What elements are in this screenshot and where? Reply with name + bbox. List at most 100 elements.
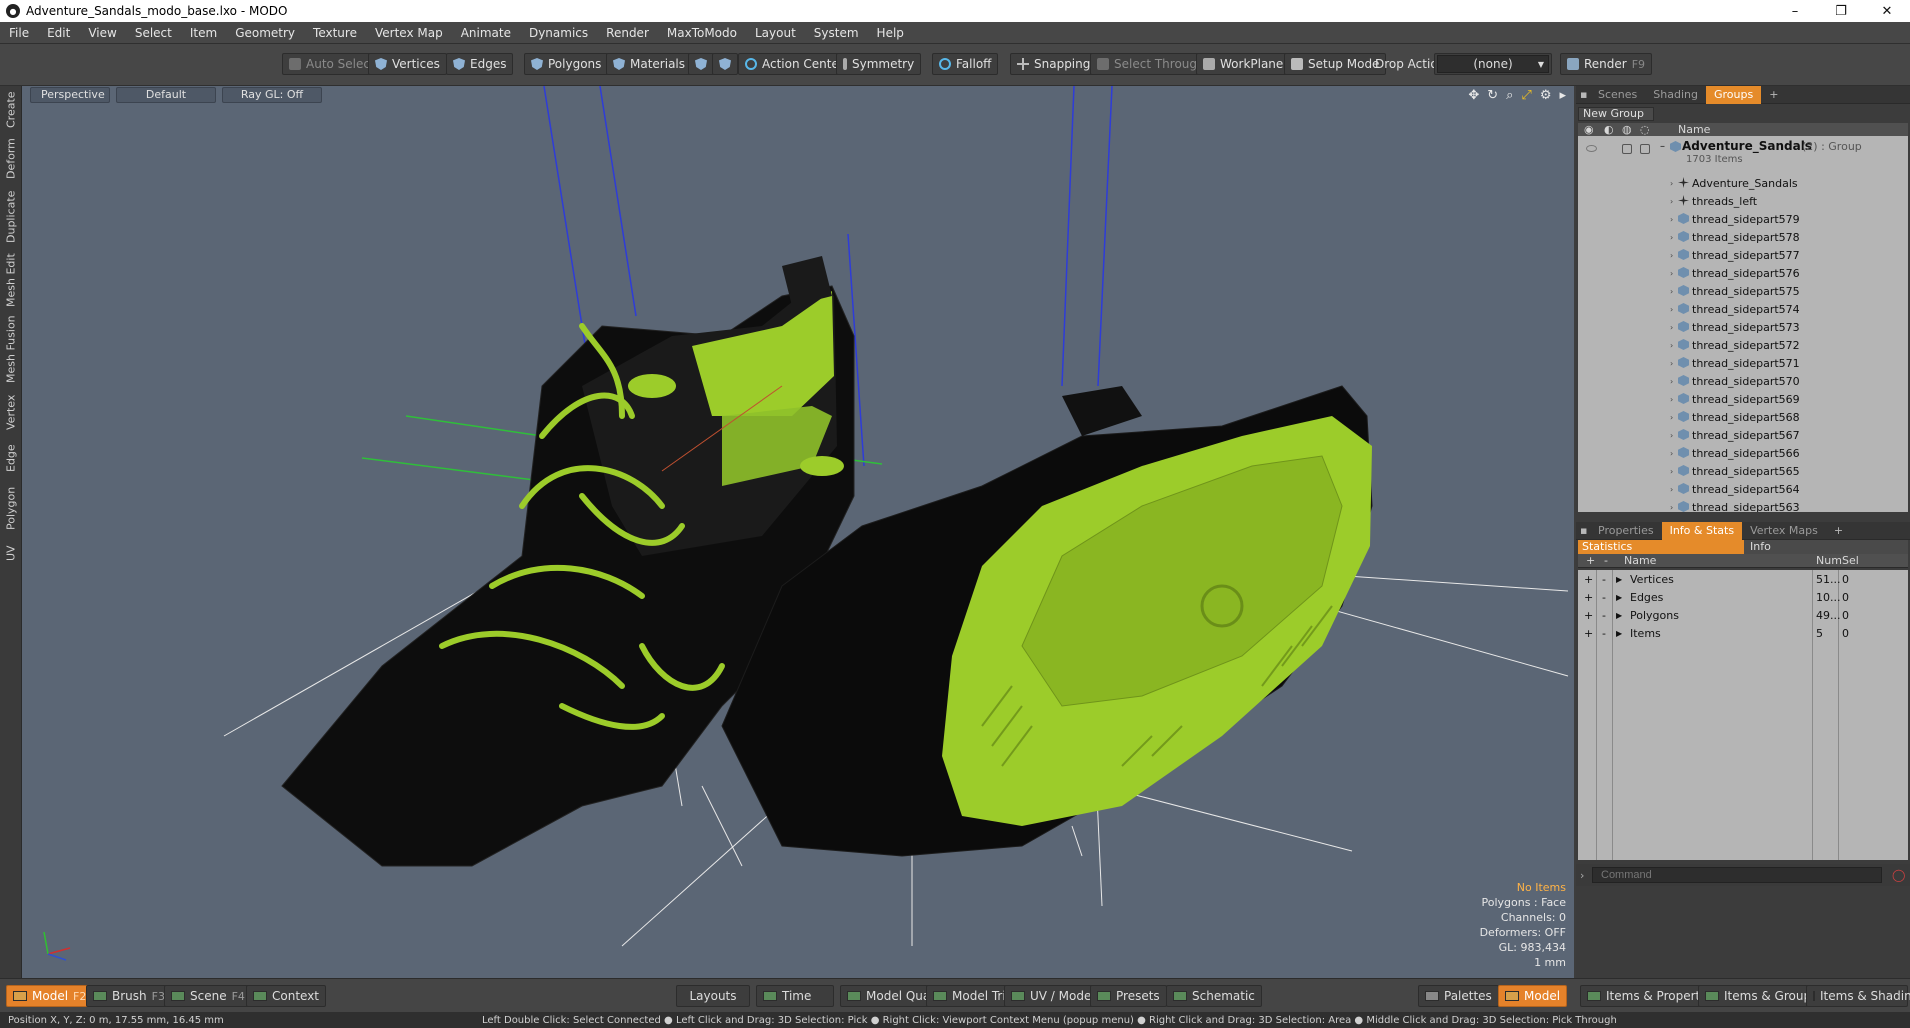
snapping-button[interactable]: Snapping [1010,53,1098,75]
play-arrow-icon[interactable]: ▸ [1559,88,1566,103]
menu-animate[interactable]: Animate [452,22,520,44]
group-item-row[interactable]: › thread_sidepart564 [1578,480,1908,498]
add-icon[interactable]: + [1584,627,1593,640]
group-item-row[interactable]: › thread_sidepart571 [1578,354,1908,372]
tab-duplicate[interactable]: Duplicate [1,188,21,246]
group-item-row[interactable]: › thread_sidepart573 [1578,318,1908,336]
materials-button[interactable]: Materials [606,53,693,75]
tab-vertex-maps[interactable]: Vertex Maps [1742,522,1826,540]
group-item-row[interactable]: › thread_sidepart563 [1578,498,1908,512]
panel-menu-icon[interactable]: ▪ [1576,522,1590,540]
remove-icon[interactable]: - [1602,627,1606,640]
menu-select[interactable]: Select [126,22,181,44]
context-layout-button[interactable]: Context [246,985,327,1007]
select-mode-a-button[interactable] [688,53,714,75]
symmetry-button[interactable]: Symmetry [836,53,922,75]
group-item-row[interactable]: › thread_sidepart566 [1578,444,1908,462]
zoom-view-icon[interactable]: ⌕ [1506,88,1513,103]
group-item-row[interactable]: › threads_left [1578,192,1908,210]
edges-button[interactable]: Edges [446,53,514,75]
menu-texture[interactable]: Texture [304,22,366,44]
time-layout-button[interactable]: Time [756,985,834,1007]
group-item-row[interactable]: › thread_sidepart565 [1578,462,1908,480]
auto-select-button[interactable]: Auto Select [282,53,382,75]
menu-help[interactable]: Help [868,22,913,44]
falloff-button[interactable]: Falloff [932,53,999,75]
group-item-row[interactable]: › thread_sidepart572 [1578,336,1908,354]
group-item-row[interactable]: › thread_sidepart568 [1578,408,1908,426]
model-layout-button[interactable]: Model F2 [6,985,94,1007]
palettes-button[interactable]: Palettes [1418,985,1499,1007]
group-item-row[interactable]: › Adventure_Sandals [1578,174,1908,192]
stats-row-items[interactable]: + - ▶ Items 5 0 [1578,624,1908,642]
brush-layout-button[interactable]: Brush F3 [86,985,172,1007]
action-center-button[interactable]: Action Center [738,53,851,75]
uv-model-button[interactable]: UV / Model [1004,985,1102,1007]
select-through-button[interactable]: Select Through [1090,53,1212,75]
select-mode-b-button[interactable] [712,53,738,75]
menu-maxtomodo[interactable]: MaxToModo [658,22,746,44]
group-item-row[interactable]: › thread_sidepart574 [1578,300,1908,318]
group-item-row[interactable]: › thread_sidepart579 [1578,210,1908,228]
add-icon[interactable]: + [1584,573,1593,586]
tab-edge[interactable]: Edge [1,440,21,476]
menu-vertex-map[interactable]: Vertex Map [366,22,452,44]
add-tab-icon[interactable]: + [1761,86,1786,104]
command-history-icon[interactable]: › [1580,869,1584,882]
tab-properties[interactable]: Properties [1590,522,1662,540]
name-column-header[interactable]: Name [1678,123,1710,136]
tab-shading[interactable]: Shading [1645,86,1706,104]
stats-row-polygons[interactable]: + - ▶ Polygons 49... 0 [1578,606,1908,624]
drop-action-select[interactable]: (none) ▼ [1434,53,1552,75]
expand-arrow-icon[interactable]: ▶ [1616,611,1622,620]
tab-polygon[interactable]: Polygon [1,482,21,534]
remove-icon[interactable]: - [1602,591,1606,604]
group-item-row[interactable]: › thread_sidepart567 [1578,426,1908,444]
panel-menu-icon[interactable]: ▪ [1576,86,1590,104]
subtab-statistics[interactable]: Statistics [1578,540,1744,554]
stats-row-vertices[interactable]: + - ▶ Vertices 51... 0 [1578,570,1908,588]
expand-arrow-icon[interactable]: ▶ [1616,575,1622,584]
tab-deform[interactable]: Deform [1,136,21,182]
items-shading-button[interactable]: Items & Shading [1806,985,1910,1007]
model-tri-button[interactable]: Model Tri [926,985,1013,1007]
lock-toggle[interactable] [1622,144,1632,154]
rotate-view-icon[interactable]: ↻ [1487,88,1498,103]
fit-view-icon[interactable]: ⤢ [1521,88,1531,103]
collapse-icon[interactable]: – [1660,141,1665,152]
tab-create[interactable]: Create [1,90,21,130]
add-icon[interactable]: + [1584,591,1593,604]
menu-edit[interactable]: Edit [38,22,79,44]
stats-name-header[interactable]: Name [1624,554,1656,567]
menu-layout[interactable]: Layout [746,22,805,44]
shading-mode-button[interactable]: Default [116,87,216,103]
menu-system[interactable]: System [805,22,868,44]
tab-scenes[interactable]: Scenes [1590,86,1645,104]
tab-info-stats[interactable]: Info & Stats [1661,521,1743,540]
expand-arrow-icon[interactable]: ▶ [1616,593,1622,602]
expand-all-icon[interactable]: + [1586,554,1595,567]
new-group-button[interactable]: New Group [1578,107,1654,121]
group-item-row[interactable]: › thread_sidepart569 [1578,390,1908,408]
view-type-button[interactable]: Perspective [30,87,110,103]
move-view-icon[interactable]: ✥ [1468,88,1479,103]
polygons-button[interactable]: Polygons [524,53,609,75]
render-button[interactable]: Render F9 [1560,53,1653,75]
stats-num-header[interactable]: Num [1816,554,1842,567]
menu-render[interactable]: Render [597,22,658,44]
tab-mesh-edit[interactable]: Mesh Edit [1,252,21,308]
group-item-row[interactable]: › thread_sidepart576 [1578,264,1908,282]
groups-list[interactable]: – Adventure_Sandals (2) : Group 1703 Ite… [1578,136,1908,512]
raygl-button[interactable]: Ray GL: Off [222,87,322,103]
stats-sel-header[interactable]: Sel [1842,554,1859,567]
collapse-all-icon[interactable]: - [1604,554,1608,567]
command-input[interactable] [1592,867,1882,883]
workplane-button[interactable]: WorkPlane [1196,53,1291,75]
viewport-settings-icon[interactable]: ⚙ [1540,88,1552,103]
menu-item[interactable]: Item [181,22,226,44]
remove-icon[interactable]: - [1602,573,1606,586]
3d-viewport[interactable]: Perspective Default Ray GL: Off ✥ ↻ ⌕ ⤢ … [22,86,1574,978]
group-item-row[interactable]: › thread_sidepart570 [1578,372,1908,390]
add-icon[interactable]: + [1584,609,1593,622]
presets-button[interactable]: Presets [1090,985,1167,1007]
